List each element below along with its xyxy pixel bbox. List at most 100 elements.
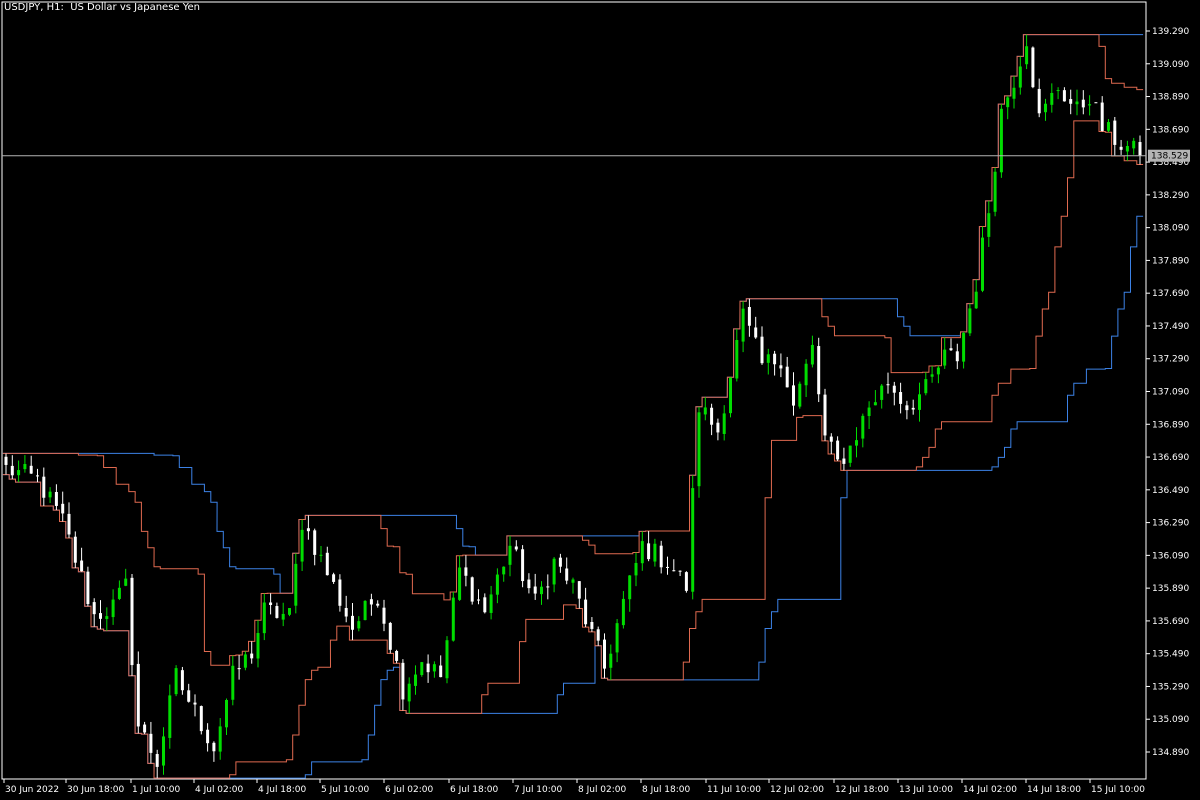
y-tick-label: 137.490 — [1152, 322, 1189, 332]
candle-body — [729, 377, 732, 414]
candle-body — [999, 108, 1003, 173]
candle-body — [760, 336, 764, 364]
candle-body — [861, 415, 865, 439]
candle-body — [99, 613, 102, 619]
candle-body — [502, 566, 506, 575]
x-tick-label: 30 Jun 18:00 — [67, 785, 124, 795]
candle-body — [439, 665, 443, 678]
candle-body — [974, 291, 978, 309]
candle-body — [325, 552, 329, 576]
candle-body — [319, 554, 323, 556]
x-tick-label: 30 Jun 2022 — [5, 785, 59, 795]
candle-body — [218, 726, 222, 752]
candle-body — [451, 597, 455, 641]
candle-body — [640, 541, 644, 564]
candle-body — [231, 665, 235, 700]
x-tick-label: 4 Jul 02:00 — [195, 785, 244, 795]
candle-body — [111, 599, 115, 618]
candle-body — [1044, 103, 1047, 113]
candle-body — [10, 465, 14, 476]
candle-body — [659, 545, 663, 568]
candle-body — [426, 663, 430, 673]
candle-body — [1069, 99, 1073, 104]
x-tick-label: 14 Jul 18:00 — [1027, 785, 1081, 795]
candle-body — [130, 577, 134, 666]
candle-body — [886, 384, 890, 386]
candle-body — [615, 623, 619, 653]
candle-body — [785, 366, 789, 388]
candle-body — [810, 344, 814, 365]
x-tick-label: 13 Jul 10:00 — [899, 785, 953, 795]
candle-body — [1062, 90, 1066, 102]
candle-body — [432, 664, 436, 672]
y-tick-label: 137.690 — [1152, 289, 1189, 299]
candle-body — [92, 602, 96, 615]
candle-body — [955, 351, 959, 362]
candle-body — [710, 407, 714, 425]
candle-body — [1132, 140, 1136, 149]
candle-body — [288, 608, 291, 615]
candle-body — [1018, 66, 1022, 88]
y-tick-label: 134.890 — [1152, 748, 1189, 758]
candle-body — [873, 402, 877, 406]
candle-body — [609, 653, 613, 668]
candle-body — [798, 383, 802, 407]
y-tick-label: 135.490 — [1152, 650, 1189, 660]
candle-body — [4, 456, 8, 465]
candle-body — [382, 607, 386, 624]
candle-body — [54, 492, 58, 506]
y-tick-label: 137.090 — [1152, 388, 1189, 398]
candle-body — [735, 340, 739, 379]
candle-body — [1012, 87, 1016, 99]
candle-body — [174, 668, 178, 695]
candle-body — [143, 724, 147, 733]
candle-body — [80, 560, 84, 572]
candle-body — [1056, 90, 1060, 92]
y-tick-label: 136.690 — [1152, 453, 1189, 463]
candle-body — [357, 621, 361, 629]
candle-body — [388, 622, 392, 650]
candle-body — [741, 308, 745, 342]
candle-body — [911, 407, 915, 410]
candle-body — [86, 571, 90, 605]
candle-body — [949, 348, 953, 351]
y-tick-label: 135.690 — [1152, 617, 1189, 627]
candle-body — [458, 567, 462, 600]
candle-body — [17, 470, 21, 476]
candle-body — [1107, 122, 1110, 131]
candle-body — [716, 422, 720, 433]
candle-body — [1050, 92, 1054, 105]
candle-body — [766, 354, 770, 363]
candle-body — [571, 579, 575, 583]
candle-body — [338, 579, 342, 606]
candle-body — [1081, 99, 1085, 108]
candle-body — [395, 650, 399, 661]
candle-body — [117, 587, 121, 599]
candle-body — [1119, 146, 1123, 150]
candle-body — [162, 736, 165, 766]
candle-body — [577, 581, 581, 599]
candle-body — [584, 599, 588, 625]
inner-channel-upper-line — [2, 34, 1144, 666]
candle-body — [899, 392, 903, 404]
candle-body — [294, 563, 298, 606]
candle-body — [508, 545, 512, 565]
y-tick-label: 138.890 — [1152, 93, 1189, 103]
candle-body — [407, 683, 411, 702]
candle-body — [924, 379, 928, 394]
candle-body — [1113, 120, 1117, 145]
y-tick-label: 139.290 — [1152, 27, 1189, 37]
y-tick-label: 138.690 — [1152, 125, 1189, 135]
x-tick-label: 8 Jul 02:00 — [578, 785, 627, 795]
candle-body — [684, 572, 688, 591]
candle-body — [363, 600, 367, 621]
candle-body — [823, 394, 827, 436]
candle-body — [1100, 102, 1104, 131]
candle-body — [678, 570, 682, 572]
candle-body — [313, 530, 317, 555]
candle-body — [212, 742, 216, 752]
candle-body — [848, 445, 852, 463]
candle-body — [250, 653, 254, 659]
candle-body — [73, 536, 77, 563]
chart-area[interactable]: 139.290139.090138.890138.690138.490138.2… — [0, 0, 1200, 800]
